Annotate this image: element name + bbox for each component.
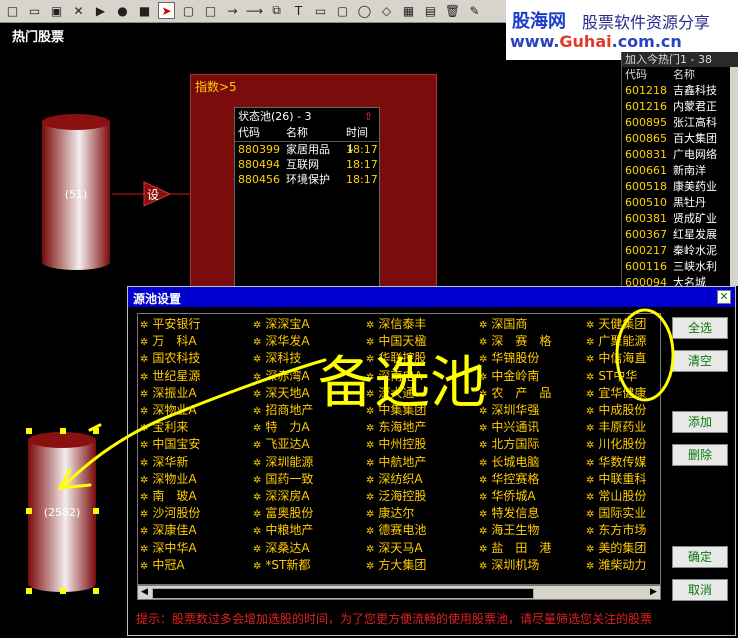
annotation-circle: [615, 308, 675, 402]
annotation-arrowhead: [57, 423, 102, 490]
annotation-arrow-stroke: [63, 358, 327, 487]
annotation-overlay: 备选池: [57, 308, 675, 490]
annotation-text: 备选池: [318, 351, 486, 416]
